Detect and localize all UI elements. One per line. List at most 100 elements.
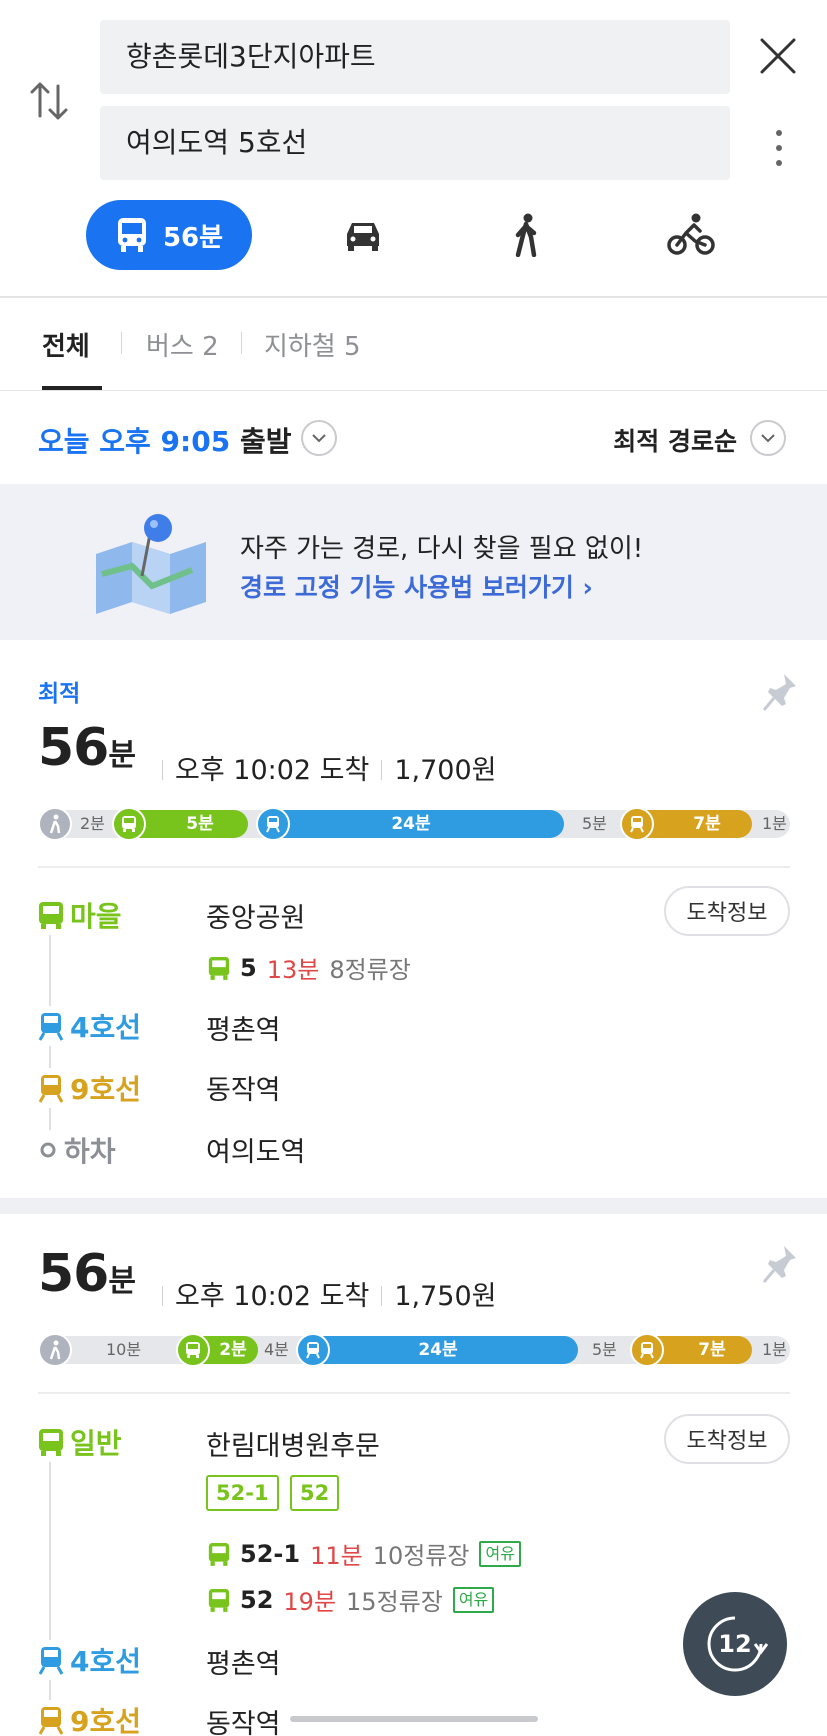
tab-bus[interactable]: 버스 2 bbox=[146, 326, 219, 363]
subway-line4-segment: 24분 bbox=[298, 1336, 578, 1364]
segment-minutes: 1분 bbox=[762, 1340, 787, 1359]
bus-number: 52 bbox=[240, 1585, 274, 1614]
bus-icon bbox=[117, 218, 146, 252]
sort-order-label[interactable]: 최적 경로순 bbox=[613, 422, 737, 458]
step-bus-label: 마을 bbox=[38, 895, 122, 935]
step-subway-label: 9호선 bbox=[38, 1068, 142, 1108]
tabs-divider bbox=[0, 390, 827, 391]
tab-subway[interactable]: 지하철 5 bbox=[264, 326, 361, 363]
step-bus-label: 일반 bbox=[38, 1422, 122, 1462]
chevron-down-icon bbox=[312, 434, 326, 443]
bike-icon bbox=[667, 213, 715, 255]
subway-icon bbox=[630, 1333, 664, 1367]
bus-detail-row[interactable]: 52-1 11분 10정류장 여유 bbox=[208, 1536, 521, 1571]
mode-bike-tab[interactable] bbox=[666, 210, 716, 260]
bus-icon bbox=[112, 807, 146, 841]
bus-icon bbox=[208, 956, 230, 980]
arrival-info-button[interactable]: 도착정보 bbox=[664, 1414, 790, 1464]
subway-line4-segment: 24분 bbox=[258, 810, 564, 838]
route-pin-banner[interactable]: 자주 가는 경로, 다시 찾을 필요 없이! 경로 고정 기능 사용법 보러가기… bbox=[0, 484, 827, 640]
arrival-time: 오후 10:02 도착 bbox=[175, 755, 370, 786]
segment-minutes: 10분 bbox=[106, 1340, 142, 1359]
walk-icon bbox=[515, 213, 537, 257]
home-indicator[interactable] bbox=[290, 1716, 538, 1722]
step-subway-label: 4호선 bbox=[38, 1640, 142, 1680]
alight-circle-icon bbox=[40, 1142, 56, 1158]
bus-wait-time: 19분 bbox=[283, 1588, 337, 1616]
arrival-info-button[interactable]: 도착정보 bbox=[664, 886, 790, 936]
map-pin-illustration-icon bbox=[96, 514, 206, 614]
step-station: 동작역 bbox=[206, 1075, 281, 1106]
mode-walk-tab[interactable] bbox=[502, 210, 552, 260]
subway-icon bbox=[38, 1707, 64, 1735]
segment-minutes: 1분 bbox=[762, 814, 787, 833]
refresh-button[interactable]: 12 bbox=[683, 1592, 787, 1696]
step-station: 평촌역 bbox=[206, 1015, 281, 1046]
arrival-time: 오후 10:02 도착 bbox=[175, 1281, 370, 1312]
route-steps-line bbox=[49, 1456, 51, 1726]
subway-icon bbox=[620, 807, 654, 841]
mode-car-tab[interactable] bbox=[338, 210, 388, 260]
step-station: 중앙공원 bbox=[206, 903, 306, 934]
route-timeline-bar: 2분 5분 4분 24분 5분 7분 1분 bbox=[38, 807, 790, 841]
walk-icon bbox=[38, 1333, 72, 1367]
origin-field[interactable]: 향촌롯데3단지아파트 bbox=[100, 20, 730, 94]
more-dot-icon bbox=[776, 130, 782, 136]
bus-icon bbox=[39, 1429, 63, 1456]
bus-icon bbox=[176, 1333, 210, 1367]
close-icon bbox=[760, 38, 796, 74]
walk-icon bbox=[38, 807, 72, 841]
subway-icon bbox=[38, 1013, 64, 1041]
route-divider bbox=[38, 866, 790, 868]
pin-route-button[interactable] bbox=[762, 1244, 798, 1284]
bus-wait-time: 11분 bbox=[310, 1542, 363, 1570]
banner-link[interactable]: 경로 고정 기능 사용법 보러가기 › bbox=[240, 568, 593, 604]
step-station: 여의도역 bbox=[206, 1137, 306, 1168]
banner-title: 자주 가는 경로, 다시 찾을 필요 없이! bbox=[240, 534, 644, 564]
step-subway-label: 4호선 bbox=[38, 1006, 142, 1046]
route-meta: 오후 10:02 도착 1,750원 bbox=[150, 1274, 496, 1313]
segment-minutes: 2분 bbox=[80, 814, 105, 833]
crowding-badge: 여유 bbox=[452, 1586, 495, 1613]
bus-route-chip[interactable]: 52-1 bbox=[206, 1475, 279, 1511]
best-route-tag: 최적 bbox=[38, 681, 81, 707]
route-meta: 오후 10:02 도착 1,700원 bbox=[150, 748, 496, 787]
refresh-icon bbox=[707, 1616, 769, 1672]
segment-minutes: 5분 bbox=[592, 1340, 617, 1359]
bus-stop-count: 10정류장 bbox=[372, 1542, 470, 1570]
bus-number: 52-1 bbox=[240, 1539, 301, 1568]
route-timeline-bar: 10분 2분 4분 24분 5분 7분 1분 bbox=[38, 1333, 790, 1367]
mode-transit-tab[interactable]: 56분 bbox=[86, 200, 252, 270]
subway-icon bbox=[296, 1333, 330, 1367]
mode-transit-label: 56분 bbox=[162, 222, 224, 253]
route-duration: 56분 bbox=[38, 718, 136, 778]
bus-detail-row[interactable]: 52 19분 15정류장 여유 bbox=[208, 1582, 495, 1617]
step-station: 평촌역 bbox=[206, 1649, 281, 1680]
swap-icon bbox=[30, 82, 68, 120]
destination-field[interactable]: 여의도역 5호선 bbox=[100, 106, 730, 180]
pin-icon bbox=[762, 674, 796, 711]
bus-icon bbox=[208, 1542, 230, 1566]
bus-icon bbox=[39, 902, 63, 929]
bus-route-chip[interactable]: 52 bbox=[290, 1475, 340, 1511]
pin-route-button[interactable] bbox=[762, 672, 798, 712]
tab-all[interactable]: 전체 bbox=[42, 326, 90, 363]
swap-route-button[interactable] bbox=[28, 76, 72, 126]
bus-detail-row[interactable]: 5 13분 8정류장 bbox=[208, 950, 411, 985]
departure-dropdown-button[interactable] bbox=[301, 420, 337, 456]
more-options-button[interactable] bbox=[768, 130, 790, 174]
sort-dropdown-button[interactable] bbox=[750, 420, 786, 456]
close-button[interactable] bbox=[758, 36, 798, 76]
departure-suffix: 출발 bbox=[239, 425, 292, 458]
subway-icon bbox=[38, 1647, 64, 1675]
step-alight-label: 하차 bbox=[38, 1130, 116, 1170]
chevron-right-icon: › bbox=[582, 573, 593, 602]
departure-time-selector[interactable]: 오늘 오후 9:05 출발 bbox=[38, 420, 291, 460]
step-station: 한림대병원후문 bbox=[206, 1431, 380, 1462]
bus-stop-count: 8정류장 bbox=[329, 956, 411, 984]
crowding-badge: 여유 bbox=[479, 1540, 521, 1567]
bus-stop-count: 15정류장 bbox=[346, 1588, 443, 1616]
fare: 1,700원 bbox=[394, 755, 497, 786]
subway-icon bbox=[256, 807, 290, 841]
segment-minutes: 5분 bbox=[582, 814, 607, 833]
